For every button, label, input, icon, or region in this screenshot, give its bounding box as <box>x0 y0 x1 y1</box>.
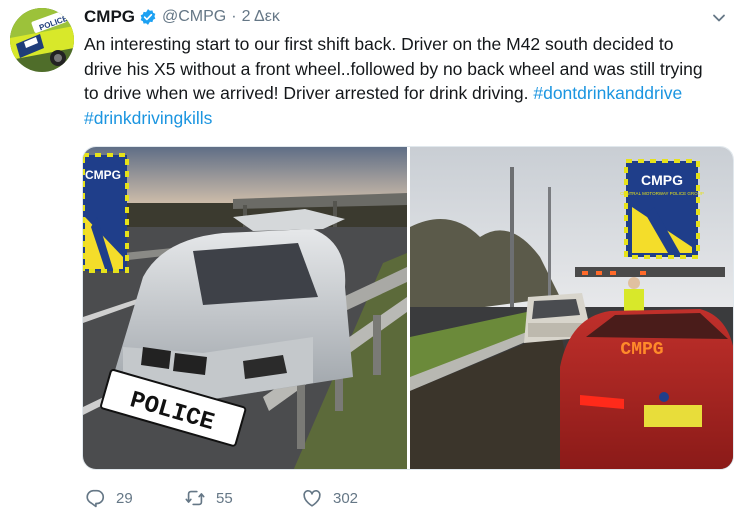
verified-badge-icon <box>140 9 156 25</box>
logo-text: CMPG <box>641 172 683 188</box>
cmpg-logo-right: CMPG CENTRAL MOTORWAY POLICE GROUP <box>620 159 704 259</box>
media-grid: POLICE CMPG CMPG CMPG CENTRAL MOTORWAY P… <box>82 146 734 470</box>
cmpg-logo-left: CMPG <box>83 153 129 273</box>
reply-button[interactable]: 29 <box>84 487 184 509</box>
reply-icon <box>86 489 105 508</box>
tweet-actions: 29 55 302 <box>84 485 358 511</box>
tweet-text-line: #drinkdrivingkills <box>84 106 724 131</box>
tweet-text: An interesting start to our first shift … <box>84 32 724 130</box>
tweet-text-line: An interesting start to our first shift … <box>84 34 674 54</box>
retweet-button[interactable]: 55 <box>184 487 301 509</box>
like-button[interactable]: 302 <box>301 487 358 509</box>
police-car-behind-bmw-photo: CMPG CMPG CENTRAL MOTORWAY POLICE GROUP <box>410 147 733 469</box>
like-count: 302 <box>333 489 359 507</box>
author-handle[interactable]: @CMPG <box>162 8 226 26</box>
hashtag-link[interactable]: #dontdrinkanddrive <box>533 83 682 103</box>
tweet-text-line: to drive when we arrived! Driver arreste… <box>84 81 724 106</box>
heart-icon <box>303 490 321 507</box>
avatar[interactable]: POLICE <box>10 8 74 72</box>
police-car-avatar-icon: POLICE <box>10 8 74 72</box>
retweet-count: 55 <box>216 489 233 507</box>
tweet-header: CMPG @CMPG · 2 Δεκ <box>84 6 280 28</box>
logo-text: CMPG <box>85 168 121 182</box>
chevron-down-icon[interactable] <box>711 10 727 26</box>
tweet-text-line: drive his X5 without a front wheel..foll… <box>84 58 703 79</box>
media-photo-left[interactable]: POLICE CMPG <box>83 147 407 469</box>
tweet-text-line-part: to drive when we arrived! Driver arreste… <box>84 83 529 103</box>
crashed-bmw-photo: POLICE CMPG <box>83 147 407 469</box>
timestamp[interactable]: 2 Δεκ <box>242 8 280 26</box>
author-name[interactable]: CMPG <box>84 7 135 27</box>
hashtag-link[interactable]: #drinkdrivingkills <box>84 108 212 128</box>
retweet-icon <box>185 490 205 506</box>
reply-count: 29 <box>116 489 133 507</box>
rear-display-text: CMPG <box>620 340 663 360</box>
media-photo-right[interactable]: CMPG CMPG CENTRAL MOTORWAY POLICE GROUP <box>410 147 733 469</box>
separator-dot: · <box>231 8 237 25</box>
logo-subtext: CENTRAL MOTORWAY POLICE GROUP <box>620 191 704 196</box>
